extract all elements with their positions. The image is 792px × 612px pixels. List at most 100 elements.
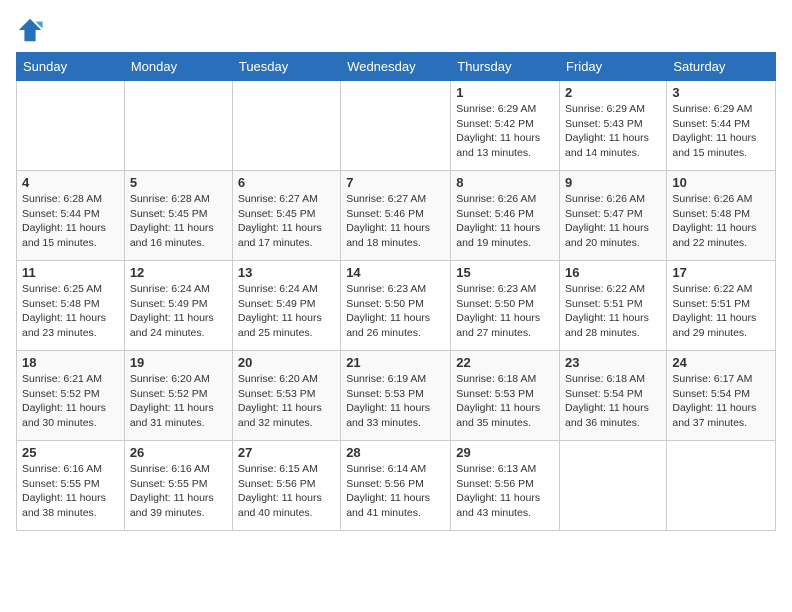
day-number: 13 — [238, 265, 335, 280]
calendar-day-cell: 10 Sunrise: 6:26 AM Sunset: 5:48 PM Dayli… — [667, 171, 776, 261]
calendar-week-row: 1 Sunrise: 6:29 AM Sunset: 5:42 PM Daylig… — [17, 81, 776, 171]
calendar-day-cell: 23 Sunrise: 6:18 AM Sunset: 5:54 PM Dayli… — [560, 351, 667, 441]
day-number: 28 — [346, 445, 445, 460]
calendar-day-cell: 26 Sunrise: 6:16 AM Sunset: 5:55 PM Dayli… — [124, 441, 232, 531]
calendar-day-cell: 22 Sunrise: 6:18 AM Sunset: 5:53 PM Dayli… — [451, 351, 560, 441]
day-info: Sunrise: 6:28 AM Sunset: 5:44 PM Dayligh… — [22, 192, 119, 251]
day-info: Sunrise: 6:29 AM Sunset: 5:43 PM Dayligh… — [565, 102, 661, 161]
day-info: Sunrise: 6:24 AM Sunset: 5:49 PM Dayligh… — [238, 282, 335, 341]
day-info: Sunrise: 6:22 AM Sunset: 5:51 PM Dayligh… — [565, 282, 661, 341]
calendar-empty-cell — [667, 441, 776, 531]
calendar-day-cell: 20 Sunrise: 6:20 AM Sunset: 5:53 PM Dayli… — [232, 351, 340, 441]
calendar-day-cell: 3 Sunrise: 6:29 AM Sunset: 5:44 PM Daylig… — [667, 81, 776, 171]
weekday-header-wednesday: Wednesday — [341, 53, 451, 81]
day-info: Sunrise: 6:26 AM Sunset: 5:48 PM Dayligh… — [672, 192, 770, 251]
weekday-header-thursday: Thursday — [451, 53, 560, 81]
day-info: Sunrise: 6:27 AM Sunset: 5:45 PM Dayligh… — [238, 192, 335, 251]
day-number: 14 — [346, 265, 445, 280]
day-number: 16 — [565, 265, 661, 280]
day-info: Sunrise: 6:20 AM Sunset: 5:52 PM Dayligh… — [130, 372, 227, 431]
day-number: 21 — [346, 355, 445, 370]
calendar-day-cell: 18 Sunrise: 6:21 AM Sunset: 5:52 PM Dayli… — [17, 351, 125, 441]
day-info: Sunrise: 6:13 AM Sunset: 5:56 PM Dayligh… — [456, 462, 554, 521]
calendar-week-row: 18 Sunrise: 6:21 AM Sunset: 5:52 PM Dayli… — [17, 351, 776, 441]
calendar-empty-cell — [341, 81, 451, 171]
weekday-header-monday: Monday — [124, 53, 232, 81]
calendar-day-cell: 19Sunrise: 6:20 AM Sunset: 5:52 PM Dayli… — [124, 351, 232, 441]
day-number: 15 — [456, 265, 554, 280]
day-number: 5 — [130, 175, 227, 190]
day-number: 23 — [565, 355, 661, 370]
day-number: 22 — [456, 355, 554, 370]
calendar-day-cell: 17 Sunrise: 6:22 AM Sunset: 5:51 PM Dayli… — [667, 261, 776, 351]
calendar-day-cell: 4 Sunrise: 6:28 AM Sunset: 5:44 PM Daylig… — [17, 171, 125, 261]
calendar-day-cell: 15 Sunrise: 6:23 AM Sunset: 5:50 PM Dayli… — [451, 261, 560, 351]
day-number: 11 — [22, 265, 119, 280]
day-info: Sunrise: 6:14 AM Sunset: 5:56 PM Dayligh… — [346, 462, 445, 521]
calendar-day-cell: 11 Sunrise: 6:25 AM Sunset: 5:48 PM Dayli… — [17, 261, 125, 351]
day-number: 1 — [456, 85, 554, 100]
calendar-day-cell: 27 Sunrise: 6:15 AM Sunset: 5:56 PM Dayli… — [232, 441, 340, 531]
calendar-table: SundayMondayTuesdayWednesdayThursdayFrid… — [16, 52, 776, 531]
day-number: 18 — [22, 355, 119, 370]
day-number: 3 — [672, 85, 770, 100]
day-info: Sunrise: 6:24 AM Sunset: 5:49 PM Dayligh… — [130, 282, 227, 341]
day-number: 17 — [672, 265, 770, 280]
day-info: Sunrise: 6:29 AM Sunset: 5:44 PM Dayligh… — [672, 102, 770, 161]
calendar-day-cell: 8 Sunrise: 6:26 AM Sunset: 5:46 PM Daylig… — [451, 171, 560, 261]
day-info: Sunrise: 6:16 AM Sunset: 5:55 PM Dayligh… — [130, 462, 227, 521]
day-number: 20 — [238, 355, 335, 370]
day-number: 25 — [22, 445, 119, 460]
day-number: 24 — [672, 355, 770, 370]
calendar-empty-cell — [124, 81, 232, 171]
weekday-header-friday: Friday — [560, 53, 667, 81]
calendar-day-cell: 29 Sunrise: 6:13 AM Sunset: 5:56 PM Dayli… — [451, 441, 560, 531]
day-info: Sunrise: 6:22 AM Sunset: 5:51 PM Dayligh… — [672, 282, 770, 341]
calendar-day-cell: 2Sunrise: 6:29 AM Sunset: 5:43 PM Daylig… — [560, 81, 667, 171]
page-header — [16, 16, 776, 44]
calendar-day-cell: 24 Sunrise: 6:17 AM Sunset: 5:54 PM Dayli… — [667, 351, 776, 441]
calendar-week-row: 11 Sunrise: 6:25 AM Sunset: 5:48 PM Dayli… — [17, 261, 776, 351]
calendar-day-cell: 6 Sunrise: 6:27 AM Sunset: 5:45 PM Daylig… — [232, 171, 340, 261]
calendar-day-cell: 25Sunrise: 6:16 AM Sunset: 5:55 PM Dayli… — [17, 441, 125, 531]
calendar-day-cell: 5 Sunrise: 6:28 AM Sunset: 5:45 PM Daylig… — [124, 171, 232, 261]
weekday-header-tuesday: Tuesday — [232, 53, 340, 81]
day-number: 29 — [456, 445, 554, 460]
calendar-day-cell: 9Sunrise: 6:26 AM Sunset: 5:47 PM Daylig… — [560, 171, 667, 261]
day-info: Sunrise: 6:27 AM Sunset: 5:46 PM Dayligh… — [346, 192, 445, 251]
calendar-day-cell: 7 Sunrise: 6:27 AM Sunset: 5:46 PM Daylig… — [341, 171, 451, 261]
calendar-empty-cell — [17, 81, 125, 171]
day-number: 6 — [238, 175, 335, 190]
day-number: 8 — [456, 175, 554, 190]
day-number: 27 — [238, 445, 335, 460]
day-info: Sunrise: 6:19 AM Sunset: 5:53 PM Dayligh… — [346, 372, 445, 431]
day-number: 10 — [672, 175, 770, 190]
day-number: 12 — [130, 265, 227, 280]
calendar-week-row: 25 Sunrise: 6:16 AM Sunset: 5:55 PM Dayli… — [17, 441, 776, 531]
day-info: Sunrise: 6:17 AM Sunset: 5:54 PM Dayligh… — [672, 372, 770, 431]
day-info: Sunrise: 6:20 AM Sunset: 5:53 PM Dayligh… — [238, 372, 335, 431]
day-number: 26 — [130, 445, 227, 460]
weekday-header-sunday: Sunday — [17, 53, 125, 81]
day-info: Sunrise: 6:23 AM Sunset: 5:50 PM Dayligh… — [456, 282, 554, 341]
day-info: Sunrise: 6:18 AM Sunset: 5:54 PM Dayligh… — [565, 372, 661, 431]
day-info: Sunrise: 6:29 AM Sunset: 5:42 PM Dayligh… — [456, 102, 554, 161]
calendar-day-cell: 16 Sunrise: 6:22 AM Sunset: 5:51 PM Dayli… — [560, 261, 667, 351]
day-info: Sunrise: 6:23 AM Sunset: 5:50 PM Dayligh… — [346, 282, 445, 341]
weekday-header-saturday: Saturday — [667, 53, 776, 81]
day-number: 7 — [346, 175, 445, 190]
calendar-day-cell: 14 Sunrise: 6:23 AM Sunset: 5:50 PM Dayli… — [341, 261, 451, 351]
logo — [16, 16, 48, 44]
day-info: Sunrise: 6:18 AM Sunset: 5:53 PM Dayligh… — [456, 372, 554, 431]
day-info: Sunrise: 6:28 AM Sunset: 5:45 PM Dayligh… — [130, 192, 227, 251]
day-info: Sunrise: 6:25 AM Sunset: 5:48 PM Dayligh… — [22, 282, 119, 341]
day-info: Sunrise: 6:21 AM Sunset: 5:52 PM Dayligh… — [22, 372, 119, 431]
day-number: 4 — [22, 175, 119, 190]
calendar-empty-cell — [560, 441, 667, 531]
weekday-header-row: SundayMondayTuesdayWednesdayThursdayFrid… — [17, 53, 776, 81]
calendar-day-cell: 1 Sunrise: 6:29 AM Sunset: 5:42 PM Daylig… — [451, 81, 560, 171]
day-info: Sunrise: 6:26 AM Sunset: 5:46 PM Dayligh… — [456, 192, 554, 251]
day-info: Sunrise: 6:15 AM Sunset: 5:56 PM Dayligh… — [238, 462, 335, 521]
calendar-day-cell: 21 Sunrise: 6:19 AM Sunset: 5:53 PM Dayli… — [341, 351, 451, 441]
calendar-week-row: 4 Sunrise: 6:28 AM Sunset: 5:44 PM Daylig… — [17, 171, 776, 261]
